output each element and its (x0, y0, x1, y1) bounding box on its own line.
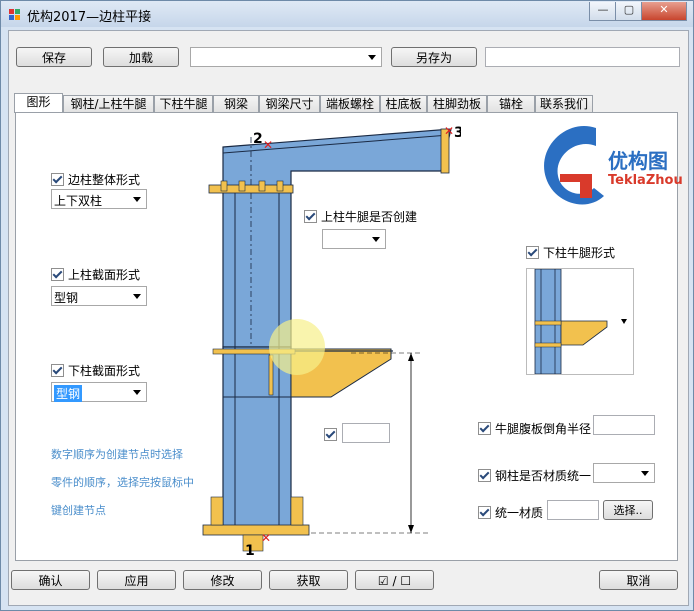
modify-button[interactable]: 修改 (183, 570, 262, 590)
toggle-all-button[interactable]: ☑ / ☐ (355, 570, 434, 590)
base-plate (202, 524, 310, 536)
tab-column-upper-bracket[interactable]: 钢柱/上柱牛腿 (63, 95, 154, 112)
close-button[interactable]: ✕ (641, 2, 687, 21)
tab-base-stiffener[interactable]: 柱脚劲板 (427, 95, 487, 112)
tab-lower-bracket[interactable]: 下柱牛腿 (154, 95, 213, 112)
chevron-down-icon (133, 197, 141, 202)
web-chamfer-input[interactable] (593, 415, 655, 435)
lower-column (222, 346, 292, 528)
upper-column (222, 186, 292, 348)
lower-section-checkbox[interactable]: 下柱截面形式 (51, 362, 140, 379)
unified-material-checkbox[interactable]: 钢柱是否材质统一 (478, 467, 591, 484)
checkbox-check-icon (478, 506, 491, 519)
logo-mark (544, 126, 604, 205)
unlabeled-input[interactable] (342, 423, 390, 443)
svg-text:✕: ✕ (261, 531, 271, 545)
upper-bracket-create-checkbox[interactable]: 上柱牛腿是否创建 (304, 208, 417, 225)
tab-anchor-bolt[interactable]: 锚栓 (487, 95, 535, 112)
lower-bracket-form-checkbox[interactable]: 下柱牛腿形式 (526, 244, 615, 261)
hint-line-2: 零件的顺序，选择完按鼠标中 (51, 476, 194, 489)
chevron-down-icon (133, 390, 141, 395)
hint-line-3: 键创建节点 (51, 504, 106, 517)
checkbox-check-icon (304, 210, 317, 223)
point-3-marker: 3 (454, 125, 461, 141)
joint-diagram: 1 2 3 ✕ ✕ ✕ (202, 124, 461, 559)
material-input[interactable] (547, 500, 599, 520)
overall-form-checkbox[interactable]: 边柱整体形式 (51, 171, 140, 188)
svg-text:✕: ✕ (444, 124, 454, 138)
svg-text:✕: ✕ (263, 138, 273, 152)
graphics-panel: 边柱整体形式 上下双柱 上柱截面形式 型钢 下柱截面形式 型钢 数字顺序为创建节… (15, 112, 683, 561)
minimize-button[interactable]: — (589, 2, 617, 21)
tab-beam[interactable]: 钢梁 (213, 95, 259, 112)
upper-section-select[interactable]: 型钢 (51, 286, 147, 306)
hint-line-1: 数字顺序为创建节点时选择 (51, 448, 183, 461)
point-2-marker: 2 (253, 131, 263, 147)
tab-end-plate-bolts[interactable]: 端板螺栓 (320, 95, 380, 112)
get-button[interactable]: 获取 (269, 570, 348, 590)
cancel-button[interactable]: 取消 (599, 570, 678, 590)
app-icon (9, 9, 20, 20)
tab-contact-us[interactable]: 联系我们 (535, 95, 593, 112)
checkbox-check-icon (526, 246, 539, 259)
tab-base-plate[interactable]: 柱底板 (380, 95, 427, 112)
save-as-button[interactable]: 另存为 (391, 47, 477, 67)
upper-bracket-create-select[interactable] (322, 229, 386, 249)
overall-form-select[interactable]: 上下双柱 (51, 189, 147, 209)
checkbox-check-icon (478, 422, 491, 435)
unlabeled-checkbox[interactable] (324, 428, 341, 441)
checkbox-check-icon (324, 428, 337, 441)
material-select-button[interactable]: 选择.. (603, 500, 653, 520)
checkbox-check-icon (51, 268, 64, 281)
web-chamfer-checkbox[interactable]: 牛腿腹板倒角半径 (478, 420, 591, 437)
chevron-down-icon (641, 471, 649, 476)
maximize-button[interactable]: ▢ (615, 2, 643, 21)
window-title: 优构2017—边柱平接 (27, 10, 152, 25)
logo-en: TeklaZhou (608, 173, 683, 188)
material-checkbox[interactable]: 统一材质 (478, 504, 543, 521)
chevron-down-icon (368, 55, 376, 60)
checkbox-check-icon (51, 364, 64, 377)
lower-bracket-preview (534, 268, 627, 375)
lower-bracket-form-picker[interactable] (526, 268, 634, 375)
point-1-marker: 1 (245, 543, 255, 559)
cursor-highlight (269, 319, 325, 375)
unified-material-select[interactable] (593, 463, 655, 483)
checkbox-check-icon (51, 173, 64, 186)
logo-cn: 优构图 (608, 149, 668, 173)
chevron-down-icon (133, 294, 141, 299)
tab-graphics[interactable]: 图形 (14, 93, 63, 113)
upper-section-checkbox[interactable]: 上柱截面形式 (51, 266, 140, 283)
close-icon: ✕ (659, 3, 669, 16)
save-button[interactable]: 保存 (16, 47, 92, 67)
apply-button[interactable]: 应用 (97, 570, 176, 590)
lower-section-select[interactable]: 型钢 (51, 382, 147, 402)
chevron-down-icon (372, 237, 380, 242)
maximize-icon: ▢ (623, 3, 635, 16)
tab-beam-size[interactable]: 钢梁尺寸 (259, 95, 320, 112)
save-as-name-input[interactable] (485, 47, 680, 67)
load-button[interactable]: 加载 (103, 47, 179, 67)
checkbox-check-icon (478, 469, 491, 482)
minimize-icon: — (597, 3, 609, 16)
ok-button[interactable]: 确认 (11, 570, 90, 590)
title-bar: 优构2017—边柱平接 — ▢ ✕ (1, 1, 693, 27)
preset-select[interactable] (190, 47, 382, 67)
